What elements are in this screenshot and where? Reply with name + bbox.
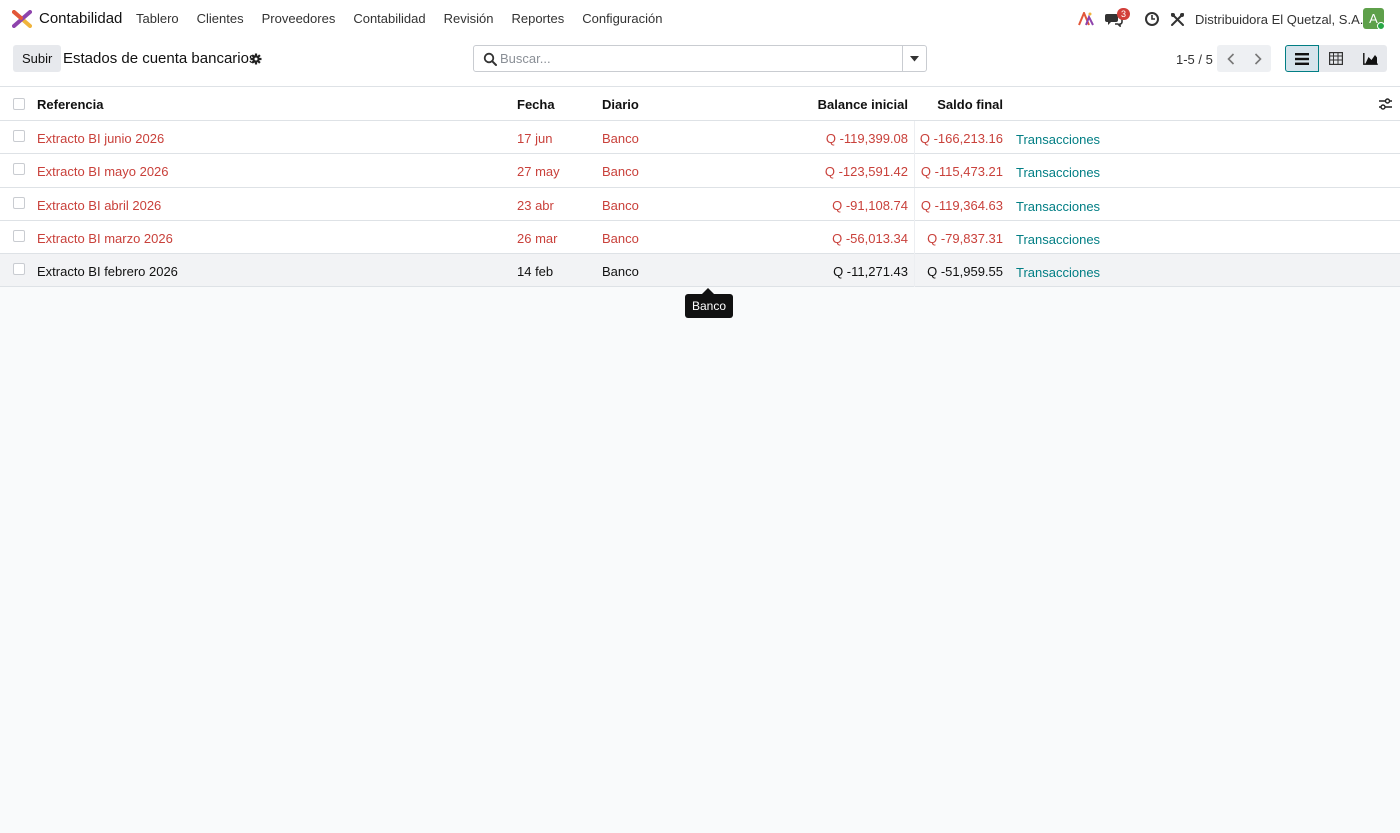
main-menu: Tablero Clientes Proveedores Contabilida… xyxy=(136,11,680,26)
table-row[interactable]: Extracto BI febrero 2026 14 feb Banco Q … xyxy=(0,254,1400,288)
table-row[interactable]: Extracto BI junio 2026 17 jun Banco Q -1… xyxy=(0,121,1400,155)
table-row[interactable]: Extracto BI mayo 2026 27 may Banco Q -12… xyxy=(0,154,1400,188)
transactions-button[interactable]: Transacciones xyxy=(1016,265,1100,280)
cell-journal: Banco xyxy=(602,164,639,180)
app-name[interactable]: Contabilidad xyxy=(39,10,122,27)
column-header-reference[interactable]: Referencia xyxy=(37,97,103,112)
column-divider xyxy=(914,121,915,154)
cell-balance-start: Q -56,013.34 xyxy=(832,230,908,246)
pager-next-button[interactable] xyxy=(1244,45,1271,72)
menu-item-clientes[interactable]: Clientes xyxy=(197,11,244,26)
column-divider xyxy=(914,187,915,221)
column-divider xyxy=(914,220,915,254)
cell-reference: Extracto BI marzo 2026 xyxy=(37,230,173,246)
ai-icon[interactable] xyxy=(1077,10,1095,28)
cell-journal: Banco xyxy=(602,230,639,246)
cell-balance-start: Q -91,108.74 xyxy=(832,197,908,213)
cell-journal: Banco xyxy=(602,197,639,213)
pivot-view-button[interactable] xyxy=(1319,45,1353,72)
table-header: Referencia Fecha Diario Balance inicial … xyxy=(0,87,1400,121)
row-checkbox[interactable] xyxy=(13,263,25,276)
bank-statements-table: Referencia Fecha Diario Balance inicial … xyxy=(0,87,1400,288)
cell-date: 26 mar xyxy=(517,230,558,246)
column-header-balance-end[interactable]: Saldo final xyxy=(937,97,1003,112)
clock-icon[interactable] xyxy=(1143,10,1161,28)
caret-down-icon xyxy=(910,55,919,61)
cell-reference: Extracto BI abril 2026 xyxy=(37,197,162,213)
messages-count-badge: 3 xyxy=(1117,8,1131,20)
menu-item-configuracion[interactable]: Configuración xyxy=(582,11,662,26)
cell-date: 17 jun xyxy=(517,131,553,146)
graph-view-button[interactable] xyxy=(1353,45,1387,72)
column-divider xyxy=(914,254,915,288)
cell-balance-end: Q -79,837.31 xyxy=(927,230,1003,246)
pager-value[interactable]: 1-5 / 5 xyxy=(1176,52,1213,67)
select-all-checkbox[interactable] xyxy=(13,98,25,110)
control-panel: Subir Estados de cuenta bancarios 1-5 / … xyxy=(0,38,1400,87)
cell-balance-end: Q -115,473.21 xyxy=(920,164,1003,180)
column-header-balance-start[interactable]: Balance inicial xyxy=(818,97,908,112)
table-row[interactable]: Extracto BI marzo 2026 26 mar Banco Q -5… xyxy=(0,220,1400,255)
menu-item-tablero[interactable]: Tablero xyxy=(136,11,179,26)
table-row[interactable]: Extracto BI abril 2026 23 abr Banco Q -9… xyxy=(0,187,1400,221)
transactions-button[interactable]: Transacciones xyxy=(1016,165,1100,180)
page-title: Estados de cuenta bancarios xyxy=(63,50,257,67)
pager-previous-button[interactable] xyxy=(1217,45,1244,72)
transactions-button[interactable]: Transacciones xyxy=(1016,232,1100,247)
presence-status-dot xyxy=(1377,22,1385,30)
cell-date: 27 may xyxy=(517,164,560,180)
app-logo-icon[interactable] xyxy=(12,10,32,28)
cell-journal: Banco xyxy=(602,131,639,146)
list-view-button[interactable] xyxy=(1285,45,1319,72)
menu-item-reportes[interactable]: Reportes xyxy=(511,11,564,26)
row-checkbox[interactable] xyxy=(13,163,25,176)
journal-tooltip: Banco xyxy=(685,294,734,318)
cell-balance-end: Q -119,364.63 xyxy=(920,197,1003,213)
search-icon xyxy=(483,52,497,66)
upload-button[interactable]: Subir xyxy=(13,45,62,72)
tools-icon[interactable] xyxy=(1168,10,1186,28)
gear-icon[interactable] xyxy=(250,53,262,65)
row-checkbox[interactable] xyxy=(13,130,25,142)
menu-item-revision[interactable]: Revisión xyxy=(444,11,494,26)
search-input[interactable] xyxy=(500,48,900,69)
graph-view-icon xyxy=(1362,52,1378,65)
chevron-left-icon xyxy=(1226,52,1234,65)
column-header-date[interactable]: Fecha xyxy=(517,97,555,112)
cell-date: 23 abr xyxy=(517,197,554,213)
menu-item-contabilidad[interactable]: Contabilidad xyxy=(353,11,425,26)
search-options-toggle[interactable] xyxy=(902,46,926,71)
cell-balance-start: Q -11,271.43 xyxy=(833,264,908,280)
cell-reference: Extracto BI febrero 2026 xyxy=(37,264,178,280)
cell-balance-end: Q -166,213.16 xyxy=(919,131,1003,146)
pivot-view-icon xyxy=(1329,52,1343,65)
search-bar xyxy=(473,45,927,72)
menu-item-proveedores[interactable]: Proveedores xyxy=(262,11,336,26)
company-switcher[interactable]: Distribuidora El Quetzal, S.A. xyxy=(1195,12,1363,27)
column-divider xyxy=(914,154,915,188)
top-navbar: Contabilidad Tablero Clientes Proveedore… xyxy=(0,0,1400,38)
row-checkbox[interactable] xyxy=(13,196,25,209)
row-checkbox[interactable] xyxy=(13,229,25,242)
cell-balance-start: Q -119,399.08 xyxy=(825,131,908,146)
cell-balance-start: Q -123,591.42 xyxy=(824,164,908,180)
cell-journal: Banco xyxy=(602,264,639,280)
cell-balance-end: Q -51,959.55 xyxy=(927,264,1003,280)
transactions-button[interactable]: Transacciones xyxy=(1016,132,1100,147)
list-view-icon xyxy=(1295,52,1309,65)
cell-reference: Extracto BI junio 2026 xyxy=(37,131,165,146)
column-settings-icon[interactable] xyxy=(1379,98,1392,110)
chevron-right-icon xyxy=(1254,52,1262,65)
column-header-journal[interactable]: Diario xyxy=(602,97,639,112)
cell-reference: Extracto BI mayo 2026 xyxy=(37,164,169,180)
cell-date: 14 feb xyxy=(517,264,554,280)
transactions-button[interactable]: Transacciones xyxy=(1016,199,1100,214)
